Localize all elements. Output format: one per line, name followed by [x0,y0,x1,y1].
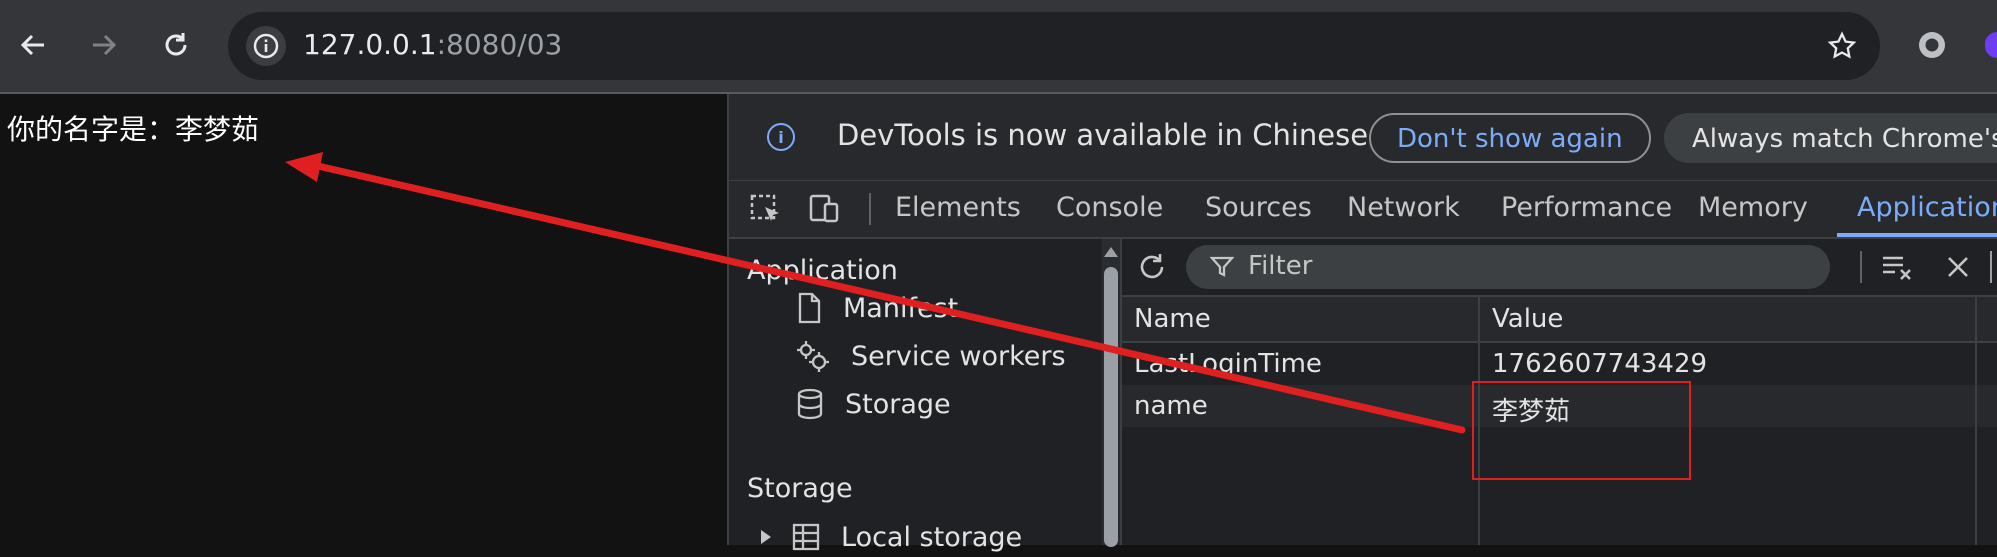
storage-toolbar: Filter [1122,239,1997,297]
cell-key: LastLoginTime [1134,349,1322,379]
bookmark-button[interactable] [1822,26,1862,66]
dont-show-again-button[interactable]: Don't show again [1369,113,1651,163]
infobar-message: DevTools is now available in Chinese [837,118,1369,152]
url-host: 127.0.0.1 [303,28,437,61]
back-button[interactable] [10,22,56,68]
site-info-button[interactable] [246,26,286,66]
sidebar-section-storage: Storage [747,473,853,504]
cell-value: 1762607743429 [1492,349,1708,379]
table-header: Name Value [1122,297,1997,343]
tab-memory[interactable]: Memory [1698,192,1808,223]
arrow-left-icon [20,34,44,56]
address-bar[interactable]: 127.0.0.1:8080/03 [228,12,1880,80]
annotation-highlight-box [1472,381,1691,480]
tab-console[interactable]: Console [1056,192,1163,223]
inspect-element-icon[interactable] [749,193,785,225]
active-tab-indicator [1837,233,1997,237]
forward-button[interactable] [81,22,127,68]
document-icon [798,292,821,324]
tab-elements[interactable]: Elements [895,192,1021,223]
extension-button[interactable] [1910,23,1954,67]
devtools-tabbar: Elements Console Sources Network Perform… [729,181,1997,239]
refresh-icon [1140,254,1164,279]
arrow-right-icon [93,34,117,56]
sidebar-item-storage[interactable]: Storage [795,384,951,424]
scroll-up-arrow[interactable] [1104,247,1118,257]
close-icon[interactable] [1942,251,1974,283]
column-divider [1975,297,1977,545]
filter-input[interactable]: Filter [1248,251,1312,281]
sidebar-section-application: Application [747,255,898,286]
scroll-thumb[interactable] [1104,267,1118,547]
language-infobar: i DevTools is now available in Chinese D… [729,94,1997,181]
application-sidebar: Application Manifest Service workers Sto… [729,239,1109,553]
reload-icon [165,33,187,56]
info-circle-icon [253,33,279,59]
tab-application[interactable]: Application [1857,192,1997,223]
sidebar-item-label: Local storage [841,521,1023,553]
tab-sources[interactable]: Sources [1205,192,1312,223]
url-path: :8080/03 [436,28,563,61]
gears-icon [797,341,829,372]
database-icon [797,388,823,420]
circle-icon [1919,32,1945,58]
device-toolbar-icon[interactable] [807,193,843,225]
tab-separator [869,193,871,225]
greeting-text: 你的名字是：李梦茹 [7,113,260,146]
sidebar-scrollbar[interactable] [1102,239,1120,547]
tab-network[interactable]: Network [1347,192,1460,223]
sidebar-item-local-storage[interactable]: Local storage [759,517,1022,557]
column-header-value[interactable]: Value [1492,304,1563,334]
cell-key: name [1134,391,1208,421]
sidebar-item-label: Storage [845,388,951,420]
filter-field[interactable]: Filter [1186,245,1830,289]
toolbar-overflow-edge [1990,251,1997,283]
column-header-name[interactable]: Name [1134,304,1211,334]
table-row[interactable]: LastLoginTime 1762607743429 [1122,343,1997,385]
table-icon [792,523,820,551]
toolbar-separator [1860,251,1862,283]
refresh-button[interactable] [1132,247,1172,287]
profile-avatar-edge[interactable] [1985,32,1997,58]
triangle-right-icon [761,530,771,544]
url-text[interactable]: 127.0.0.1:8080/03 [303,28,562,61]
devtools-panel: i DevTools is now available in Chinese D… [727,94,1997,553]
clear-all-icon[interactable] [1880,251,1916,283]
reload-button[interactable] [153,22,199,68]
filter-icon [1210,256,1234,277]
browser-toolbar: 127.0.0.1:8080/03 [0,0,1997,94]
tab-performance[interactable]: Performance [1501,192,1672,223]
sidebar-item-label: Service workers [851,340,1066,372]
info-icon: i [767,123,795,151]
sidebar-item-manifest[interactable]: Manifest [795,288,958,328]
always-match-button[interactable]: Always match Chrome's l [1664,113,1997,163]
sidebar-item-label: Manifest [843,292,959,324]
star-icon [1827,31,1857,59]
page-content: 你的名字是：李梦茹 [0,94,727,545]
sidebar-item-service-workers[interactable]: Service workers [795,336,1066,376]
